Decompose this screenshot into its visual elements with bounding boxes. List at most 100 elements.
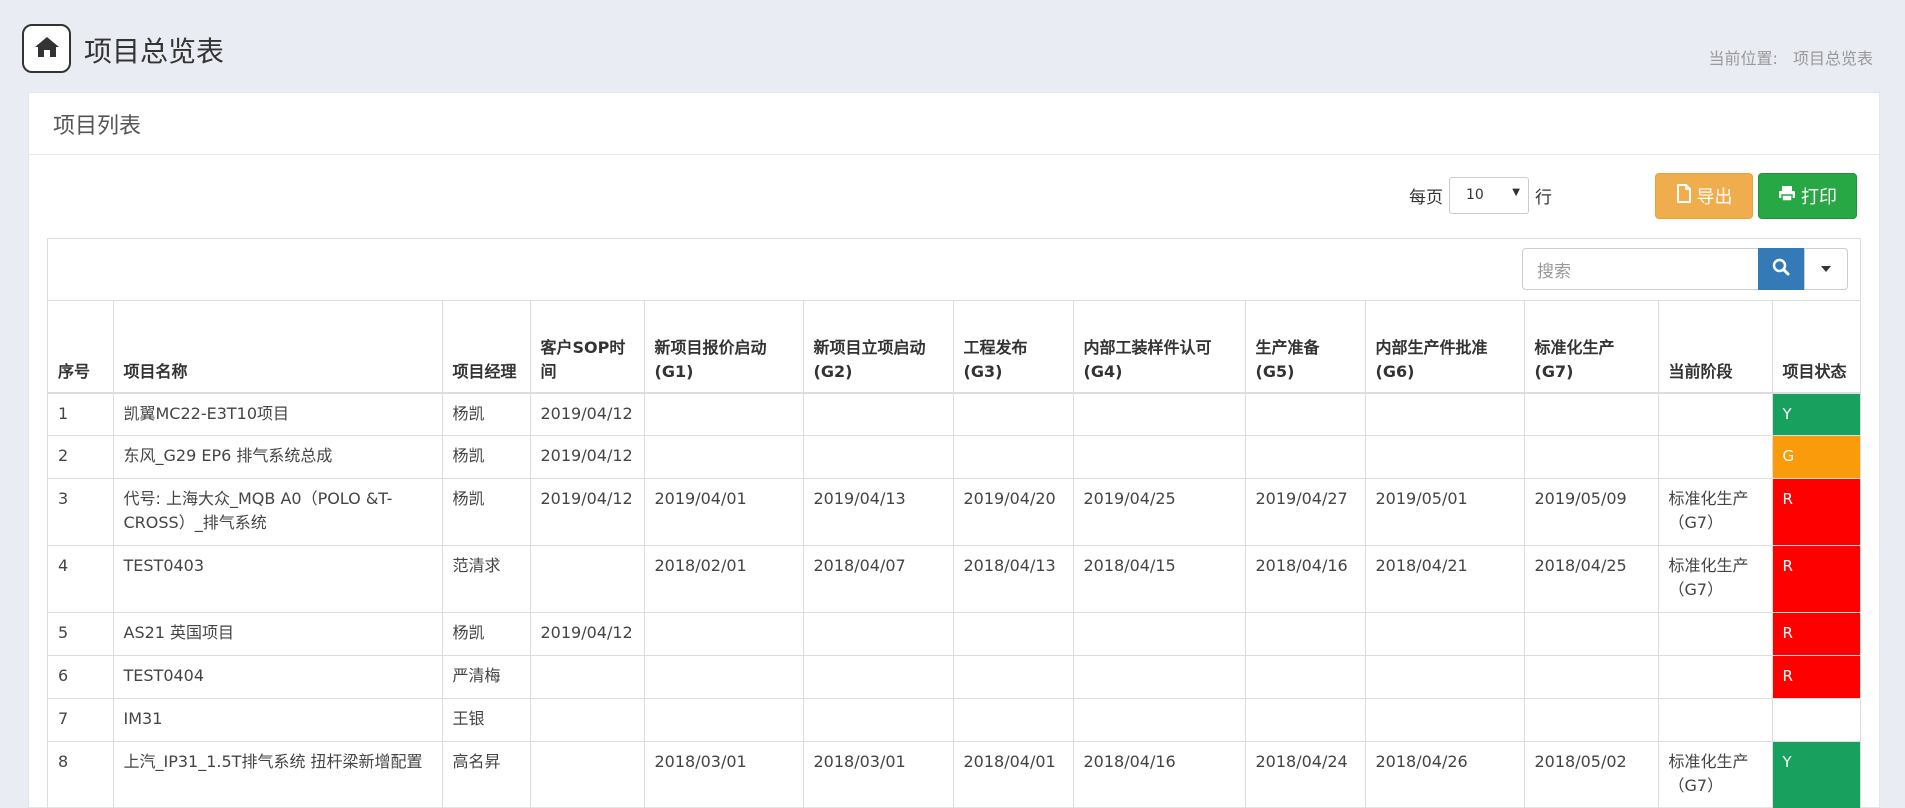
column-header[interactable]: 生产准备(G5) <box>1245 300 1366 394</box>
table-cell: 2018/04/16 <box>1245 545 1366 613</box>
search-button[interactable] <box>1758 248 1804 290</box>
table-cell: 2019/04/12 <box>530 612 645 656</box>
table-row[interactable]: 6 TEST0404 严清梅 R <box>48 655 1860 699</box>
column-header[interactable]: 项目状态 <box>1772 300 1860 394</box>
panel-heading: 项目列表 <box>29 93 1879 155</box>
table-cell <box>644 435 804 479</box>
column-header[interactable]: 内部工装样件认可(G4) <box>1073 300 1246 394</box>
table-cell: 杨凯 <box>442 612 531 656</box>
table-cell <box>1658 392 1773 436</box>
table-row[interactable]: 7 IM31 王银 <box>48 698 1860 742</box>
table-cell: 2018/04/16 <box>1073 741 1246 808</box>
table-cell <box>953 698 1074 742</box>
print-icon <box>1778 185 1801 207</box>
breadcrumb-current[interactable]: 项目总览表 <box>1793 49 1873 68</box>
table-cell <box>644 392 804 436</box>
page-size-select[interactable]: 10 ▼ <box>1449 177 1529 214</box>
table-cell <box>530 698 645 742</box>
page-size-suffix: 行 <box>1535 188 1552 208</box>
table-row[interactable]: 1 凯翼MC22-E3T10项目 杨凯 2019/04/12 Y <box>48 392 1860 436</box>
breadcrumb: 当前位置: 项目总览表 <box>1706 45 1873 69</box>
table-cell <box>1658 698 1773 742</box>
columns-dropdown-button[interactable] <box>1804 248 1848 290</box>
table-cell: 2019/04/12 <box>530 435 645 479</box>
table-cell: 上汽_IP31_1.5T排气系统 扭杆梁新增配置 <box>113 741 443 808</box>
table-cell: 3 <box>48 478 114 546</box>
table-cell: 杨凯 <box>442 478 531 546</box>
search-placeholder: 搜索 <box>1537 261 1571 282</box>
table-cell: 东风_G29 EP6 排气系统总成 <box>113 435 443 479</box>
column-header[interactable]: 新项目报价启动(G1) <box>644 300 804 394</box>
table-cell: 范清求 <box>442 545 531 613</box>
table-cell <box>1245 435 1366 479</box>
table-cell <box>1524 698 1659 742</box>
table-cell: 7 <box>48 698 114 742</box>
column-header[interactable]: 项目经理 <box>442 300 531 394</box>
chevron-down-icon: ▼ <box>1512 187 1520 198</box>
status-badge: R <box>1772 478 1860 546</box>
column-header[interactable]: 内部生产件批准(G6) <box>1365 300 1525 394</box>
table-cell: 2018/04/21 <box>1365 545 1525 613</box>
table-cell: 代号: 上海大众_MQB A0（POLO &T-CROSS）_排气系统 <box>113 478 443 546</box>
column-header[interactable]: 标准化生产(G7) <box>1524 300 1659 394</box>
column-header[interactable]: 新项目立项启动(G2) <box>803 300 954 394</box>
table-cell <box>1365 698 1525 742</box>
table-cell: IM31 <box>113 698 443 742</box>
print-button[interactable]: 打印 <box>1758 173 1857 219</box>
print-label: 打印 <box>1801 187 1837 208</box>
table-cell <box>803 655 954 699</box>
status-badge: R <box>1772 612 1860 656</box>
table-cell <box>1365 392 1525 436</box>
table-cell: 2019/04/20 <box>953 478 1074 546</box>
project-table-container: 搜索 序号 项目名称 项目经理 客户SOP时间 新项目报价启动(G1) 新项目立… <box>47 238 1861 808</box>
table-row[interactable]: 4 TEST0403 范清求 2018/02/01 2018/04/07 2018/04/… <box>48 545 1860 613</box>
table-cell: 2018/04/26 <box>1365 741 1525 808</box>
table-cell: 王银 <box>442 698 531 742</box>
table-cell <box>1524 655 1659 699</box>
table-cell <box>1245 655 1366 699</box>
file-icon <box>1676 184 1697 208</box>
table-toolbar: 搜索 <box>48 239 1860 300</box>
table-cell <box>1365 655 1525 699</box>
table-cell <box>1524 612 1659 656</box>
status-badge: R <box>1772 655 1860 699</box>
table-cell: 标准化生产（G7） <box>1658 478 1773 546</box>
column-header[interactable]: 序号 <box>48 300 114 394</box>
export-label: 导出 <box>1696 187 1733 208</box>
home-button[interactable] <box>22 24 71 73</box>
table-cell <box>953 392 1074 436</box>
table-cell <box>803 698 954 742</box>
table-body: 1 凯翼MC22-E3T10项目 杨凯 2019/04/12 Y 2 东风_G29 EP6 … <box>48 392 1860 808</box>
table-cell: 2018/03/01 <box>644 741 804 808</box>
table-cell: 6 <box>48 655 114 699</box>
table-cell <box>1073 655 1246 699</box>
column-header[interactable]: 客户SOP时间 <box>530 300 645 394</box>
top-bar: 项目总览表 当前位置: 项目总览表 <box>0 0 1905 90</box>
table-cell <box>644 655 804 699</box>
search-input[interactable]: 搜索 <box>1522 248 1758 290</box>
page-size-control: 每页 10 ▼ 行 <box>1409 177 1552 214</box>
table-header-row: 序号 项目名称 项目经理 客户SOP时间 新项目报价启动(G1) 新项目立项启动(G2) 工… <box>48 300 1860 394</box>
table-row[interactable]: 8 上汽_IP31_1.5T排气系统 扭杆梁新增配置 高名昇 2018/03/01 20… <box>48 741 1860 808</box>
table-row[interactable]: 5 AS21 英国项目 杨凯 2019/04/12 R <box>48 612 1860 656</box>
table-cell: 2018/04/13 <box>953 545 1074 613</box>
column-header[interactable]: 工程发布(G3) <box>953 300 1074 394</box>
project-list-panel: 项目列表 每页 10 ▼ 行 导出 打印 搜索 序号 项目名称 项目经理 客户S… <box>28 92 1880 808</box>
table-cell: 2019/04/01 <box>644 478 804 546</box>
table-cell <box>803 612 954 656</box>
table-row[interactable]: 2 东风_G29 EP6 排气系统总成 杨凯 2019/04/12 G <box>48 435 1860 479</box>
search-icon <box>1772 258 1790 280</box>
table-cell <box>1245 392 1366 436</box>
export-button[interactable]: 导出 <box>1655 173 1753 219</box>
table-cell <box>953 655 1074 699</box>
table-cell: 凯翼MC22-E3T10项目 <box>113 392 443 436</box>
table-cell <box>1365 612 1525 656</box>
table-cell <box>1245 612 1366 656</box>
table-cell: 2019/04/25 <box>1073 478 1246 546</box>
table-cell: TEST0404 <box>113 655 443 699</box>
table-cell: 杨凯 <box>442 435 531 479</box>
status-badge: G <box>1772 435 1860 479</box>
column-header[interactable]: 项目名称 <box>113 300 443 394</box>
column-header[interactable]: 当前阶段 <box>1658 300 1773 394</box>
table-row[interactable]: 3 代号: 上海大众_MQB A0（POLO &T-CROSS）_排气系统 杨凯 20… <box>48 478 1860 546</box>
